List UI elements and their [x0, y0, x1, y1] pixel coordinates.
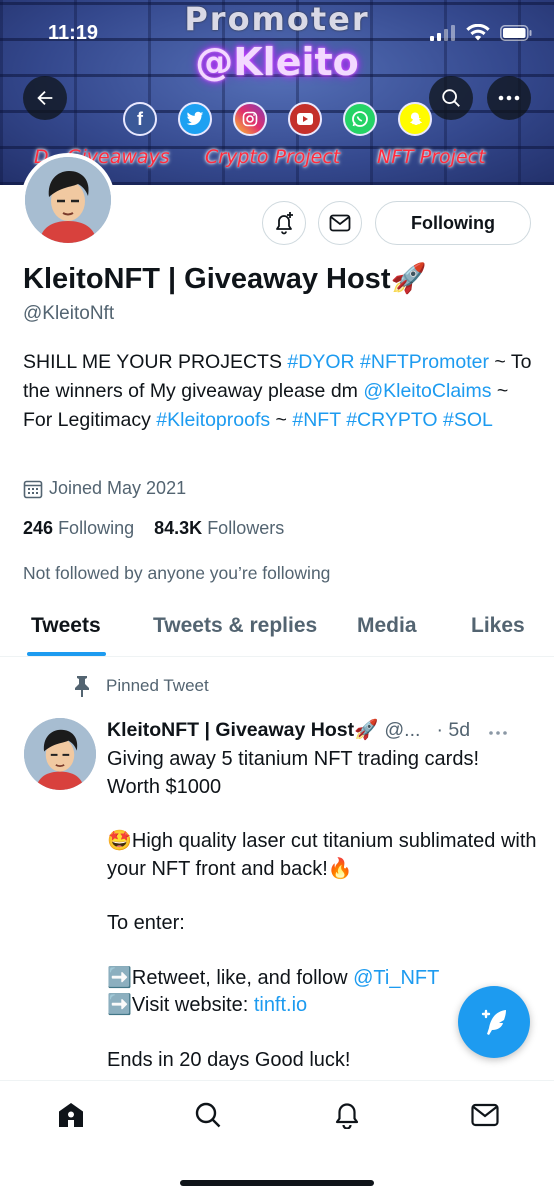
- tweet-author-name[interactable]: KleitoNFT | Giveaway Host🚀: [107, 718, 378, 742]
- compose-feather-icon: [481, 1009, 506, 1035]
- hashtag-link[interactable]: #CRYPTO: [346, 409, 437, 431]
- wifi-icon: [466, 24, 490, 41]
- battery-icon: [500, 24, 532, 41]
- followers-count-link[interactable]: 84.3K Followers: [154, 518, 284, 538]
- nav-messages[interactable]: [470, 1100, 500, 1130]
- more-dots-icon: [489, 730, 507, 735]
- hashtag-link[interactable]: #SOL: [443, 409, 493, 431]
- follow-counts: 246 Following 84.3K Followers: [23, 518, 284, 539]
- message-button[interactable]: [318, 201, 362, 245]
- banner-label-crypto: Crypto Project: [205, 146, 341, 168]
- back-button[interactable]: [23, 76, 67, 120]
- mutual-followers-note: Not followed by anyone you’re following: [23, 563, 331, 583]
- search-icon: [195, 1102, 221, 1128]
- bio-text: ~: [270, 409, 293, 431]
- calendar-icon: [23, 480, 43, 498]
- tweet-more-button[interactable]: [488, 719, 508, 742]
- joined-date: Joined May 2021: [23, 478, 186, 499]
- bio-text: SHILL ME YOUR PROJECTS: [23, 351, 288, 373]
- hashtag-link[interactable]: #Kleitoproofs: [156, 409, 270, 431]
- following-count-link[interactable]: 246 Following: [23, 518, 134, 538]
- followers-label: Followers: [207, 518, 285, 538]
- youtube-icon: [288, 102, 322, 136]
- tweet-line: ➡️Retweet, like, and follow @Ti_NFT: [107, 966, 440, 989]
- tweet-time[interactable]: · 5d: [436, 719, 470, 742]
- facebook-icon: f: [123, 102, 157, 136]
- followers-count: 84.3K: [154, 518, 203, 538]
- profile-handle: @KleitoNft: [23, 303, 115, 324]
- website-link[interactable]: tinft.io: [254, 994, 307, 1016]
- search-button[interactable]: [429, 76, 473, 120]
- nav-notifications[interactable]: [332, 1100, 362, 1130]
- status-icons: [430, 24, 532, 41]
- profile-display-name: KleitoNFT | Giveaway Host🚀: [23, 263, 427, 295]
- avatar-image: [25, 157, 111, 243]
- tweet-line: Giving away 5 titanium NFT trading cards…: [107, 748, 480, 798]
- snapchat-icon: [398, 102, 432, 136]
- tab-tweets-replies[interactable]: Tweets & replies: [153, 614, 317, 638]
- tweet-line: To enter:: [107, 912, 185, 934]
- mention-link[interactable]: @Ti_NFT: [353, 967, 439, 989]
- mention-link[interactable]: @KleitoClaims: [363, 380, 491, 402]
- envelope-icon: [329, 214, 351, 232]
- tweet-author-handle: @...: [384, 718, 421, 741]
- status-time: 11:19: [48, 22, 99, 44]
- more-button[interactable]: [487, 76, 531, 120]
- search-icon: [442, 89, 460, 107]
- tab-media[interactable]: Media: [357, 614, 417, 638]
- back-arrow-icon: [37, 90, 53, 106]
- home-icon: [59, 1103, 83, 1127]
- envelope-icon: [471, 1103, 499, 1127]
- pinned-indicator: Pinned Tweet: [72, 675, 209, 697]
- twitter-icon: [178, 102, 212, 136]
- following-button[interactable]: Following: [375, 201, 531, 245]
- profile-bio: SHILL ME YOUR PROJECTS #DYOR #NFTPromote…: [23, 348, 538, 435]
- signal-icon: [430, 24, 455, 41]
- compose-tweet-button[interactable]: [458, 986, 530, 1058]
- nav-home[interactable]: [56, 1100, 86, 1130]
- following-label: Following: [58, 518, 135, 538]
- tweet-author-avatar[interactable]: [24, 718, 96, 790]
- notifications-button[interactable]: [262, 201, 306, 245]
- tab-likes[interactable]: Likes: [471, 614, 525, 638]
- nav-search[interactable]: [193, 1100, 223, 1130]
- tabs-divider: [0, 656, 554, 657]
- tweet-header: KleitoNFT | Giveaway Host🚀 @... · 5d: [107, 718, 508, 742]
- tweet-line: 🤩High quality laser cut titanium sublima…: [107, 830, 537, 880]
- whatsapp-icon: [343, 102, 377, 136]
- banner-tag: @Kleito: [195, 40, 359, 84]
- profile-avatar[interactable]: [21, 153, 115, 247]
- home-indicator: [180, 1180, 374, 1186]
- pin-icon: [75, 676, 89, 697]
- more-dots-icon: [498, 95, 520, 101]
- joined-text: Joined May 2021: [49, 478, 187, 498]
- instagram-icon: [233, 102, 267, 136]
- bell-icon: [335, 1103, 359, 1129]
- hashtag-link[interactable]: #NFT: [292, 409, 340, 431]
- bell-plus-icon: [276, 212, 293, 235]
- hashtag-link[interactable]: #NFTPromoter: [360, 351, 489, 373]
- pinned-label: Pinned Tweet: [106, 676, 209, 695]
- banner-label-nft: NFT Project: [377, 146, 486, 168]
- following-count: 246: [23, 518, 54, 538]
- tab-tweets[interactable]: Tweets: [31, 614, 101, 638]
- hashtag-link[interactable]: #DYOR: [287, 351, 354, 373]
